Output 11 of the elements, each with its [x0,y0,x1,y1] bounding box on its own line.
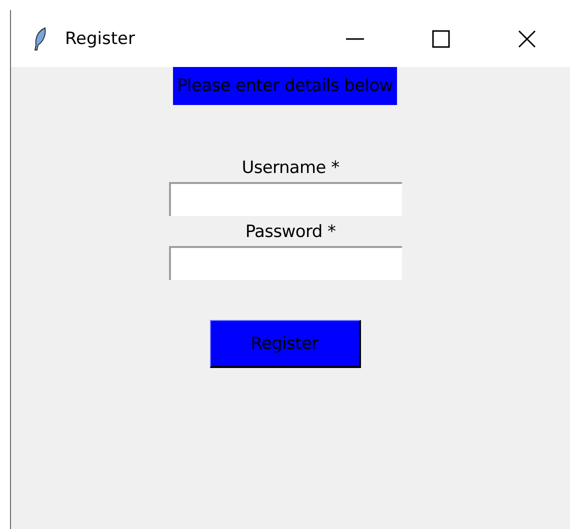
window-title: Register [65,28,135,48]
input-field[interactable] [168,246,402,280]
input-field[interactable] [168,182,402,216]
register-button[interactable]: Register [210,320,360,368]
heading-label: Please enter details below [173,67,397,105]
close-icon [517,28,537,48]
feather-icon [33,26,47,50]
maximize-icon [431,28,451,48]
minimize-icon [346,38,364,40]
field-label: Username * [242,157,340,180]
field-label: Password * [245,221,336,244]
